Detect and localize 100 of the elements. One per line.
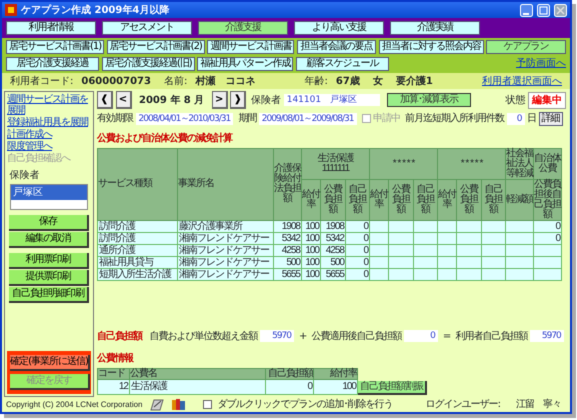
detail-button[interactable]: 詳細 bbox=[538, 112, 562, 126]
column-header: * * * * * bbox=[370, 148, 438, 179]
action-button[interactable]: 編集の取消 bbox=[9, 232, 89, 248]
table-cell: 通所介護 bbox=[98, 244, 178, 256]
next-month-button[interactable]: > bbox=[212, 91, 228, 109]
amount-label: 公費適用後自己負担額 bbox=[311, 330, 402, 344]
age-label: 年齢: bbox=[304, 74, 328, 88]
column-header: 自治体公費 bbox=[534, 148, 562, 179]
tab[interactable]: 介護実績 bbox=[390, 21, 480, 35]
table-cell: 訪問介護 bbox=[98, 232, 178, 244]
table-cell: 湘南フレンドケアサー bbox=[178, 268, 274, 280]
insurer-listbox[interactable]: 戸塚区 bbox=[10, 184, 88, 210]
validity-field[interactable]: 2008/04/01～2010/03/31 bbox=[136, 112, 234, 124]
tab[interactable]: 居宅サービス計画書(1) bbox=[6, 40, 104, 54]
table-cell: 福祉用具貸与 bbox=[98, 256, 178, 268]
table-cell: 湘南フレンドケアサー bbox=[178, 244, 274, 256]
tab[interactable]: 顧客スケジュール bbox=[296, 57, 390, 71]
action-button[interactable]: 利用票印刷 bbox=[9, 252, 89, 268]
tab[interactable]: 介護支援 bbox=[198, 21, 288, 35]
preventive-screen-link[interactable]: 予防画面へ bbox=[516, 56, 566, 71]
checkbox-label: ダブルクリックでプランの追加･削除を行う bbox=[218, 398, 393, 412]
column-header: 公費負担後自己負担額 bbox=[534, 179, 562, 220]
month-label: 2009 年 8 月 bbox=[138, 94, 206, 108]
column-header: 自己負担額 bbox=[346, 179, 370, 220]
copyright-text: Copyright (C) 2004 LCNet Corporation bbox=[6, 398, 143, 410]
action-button[interactable]: 保存 bbox=[9, 214, 89, 230]
operator: + bbox=[298, 330, 308, 344]
adjust-button[interactable]: 加算･減算表示 bbox=[387, 93, 472, 107]
sidebar-link[interactable]: 登録福祉用具を展開 bbox=[7, 117, 91, 128]
amount-field[interactable]: 5970 bbox=[530, 330, 564, 342]
day-unit: 日 bbox=[527, 112, 536, 126]
operator: = bbox=[442, 330, 452, 344]
login-user: 江留 寧々 bbox=[516, 398, 561, 412]
column-header: * * * * * bbox=[438, 148, 506, 179]
tab[interactable]: 居宅介護支援経過 bbox=[6, 57, 100, 71]
table-cell: 藤沢介護事業所 bbox=[178, 220, 274, 232]
tab[interactable]: より高い支援 bbox=[294, 21, 384, 35]
user-code: 0600007073 bbox=[81, 74, 151, 88]
short-stay-label: 前月迄短期入所利用件数 bbox=[405, 112, 504, 126]
tab[interactable]: 居宅介護支援経過(旧) bbox=[102, 57, 195, 71]
column-header: 公費名 bbox=[130, 368, 266, 379]
tab[interactable]: 居宅サービス計画書(2) bbox=[106, 40, 205, 54]
tab[interactable]: 担当者に対する照会内容 bbox=[378, 40, 484, 54]
period-field[interactable]: 2009/08/01～2009/08/31 bbox=[258, 112, 356, 124]
tab[interactable]: アセスメント bbox=[102, 21, 192, 35]
care-level: 要介護1 bbox=[396, 74, 433, 88]
section-title: 公費情報 bbox=[97, 352, 134, 366]
column-header: 社会福祉法人等軽減 bbox=[506, 148, 534, 179]
tab[interactable]: ケアプラン bbox=[486, 40, 566, 54]
books-icon bbox=[170, 398, 187, 411]
column-header: 公費負担額 bbox=[388, 179, 414, 220]
column-header: 給付率 bbox=[302, 179, 320, 220]
table-cell: 12 bbox=[98, 379, 130, 394]
checkbox[interactable] bbox=[202, 400, 212, 409]
table-cell: 湘南フレンドケアサー bbox=[178, 232, 274, 244]
column-code: 1111111 bbox=[320, 164, 351, 174]
action-button[interactable]: 提供票印刷 bbox=[9, 270, 89, 286]
confirm-button[interactable]: 確定(事業所に送信) bbox=[10, 355, 90, 371]
allocate-button[interactable]: 自己負担額割振 bbox=[358, 380, 427, 394]
print-button[interactable]: 自己負担明細印刷 bbox=[9, 286, 89, 302]
table-cell: 訪問介護 bbox=[98, 220, 178, 232]
column-header: 事業所名 bbox=[178, 148, 274, 220]
login-label: ログインユーザー: bbox=[426, 398, 500, 412]
column-header: 自己負担額 bbox=[266, 368, 314, 379]
period-label: 期間 bbox=[238, 112, 256, 126]
user-age: 67歳 bbox=[336, 74, 360, 88]
table-cell: 生活保護 bbox=[130, 379, 266, 394]
table-cell: 0 bbox=[266, 379, 314, 394]
column-header: 介護保険給付法負担額 bbox=[274, 148, 302, 220]
next-year-button[interactable]: ❱ bbox=[230, 91, 246, 109]
column-header: 給付率 bbox=[314, 368, 358, 379]
status-badge: 編集中 bbox=[528, 92, 566, 108]
table-cell: 湘南フレンドケアサー bbox=[178, 256, 274, 268]
prev-month-button[interactable]: < bbox=[116, 91, 132, 109]
column-header: 軽減額 bbox=[506, 179, 534, 220]
validity-label: 有効期限 bbox=[97, 112, 133, 126]
minimize-icon bbox=[520, 4, 533, 16]
column-header: 生活保護 bbox=[316, 154, 355, 164]
amount-field[interactable]: 0 bbox=[404, 330, 438, 342]
close-icon bbox=[554, 4, 567, 16]
name-label: 名前: bbox=[164, 74, 188, 88]
sidebar-link[interactable]: 限度管理へ bbox=[7, 141, 91, 152]
column-header: 自己負担額 bbox=[482, 179, 506, 220]
listbox-item[interactable]: 戸塚区 bbox=[11, 184, 87, 200]
column-header: 公費負担額 bbox=[320, 179, 346, 220]
table-cell: 短期入所生活介護 bbox=[98, 268, 178, 280]
amount-field[interactable]: 5970 bbox=[260, 330, 294, 342]
tab[interactable]: 担当者会議の要点 bbox=[296, 40, 376, 54]
tab[interactable]: 福祉用具パターン作成 bbox=[197, 57, 294, 71]
sidebar-link[interactable]: 計画作成へ bbox=[7, 129, 91, 140]
insurer-field[interactable]: 141101 戸塚区 bbox=[284, 94, 380, 106]
window-title: ケアプラン作成 2009年4月以降 bbox=[21, 3, 170, 18]
sidebar-link[interactable]: 週間サービス計画を展開 bbox=[7, 94, 91, 116]
column-header: 公費負担額 bbox=[456, 179, 482, 220]
prev-year-button[interactable]: ❰ bbox=[97, 91, 113, 109]
tab[interactable]: 利用者情報 bbox=[6, 21, 96, 35]
user-select-link[interactable]: 利用者選択画面へ bbox=[482, 74, 562, 88]
maximize-icon bbox=[537, 4, 550, 16]
tab[interactable]: 週間サービス計画書 bbox=[207, 40, 294, 54]
short-stay-field[interactable]: 0 bbox=[506, 112, 524, 124]
